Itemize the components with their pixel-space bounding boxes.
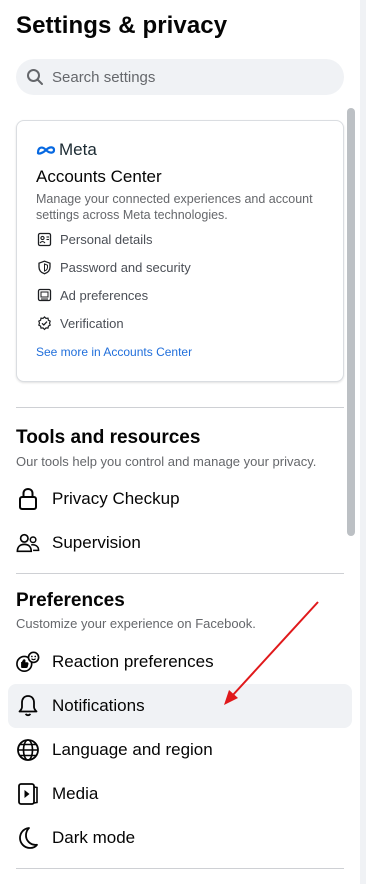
meta-logo: Meta (36, 140, 97, 160)
accounts-center-description: Manage your connected experiences and ac… (36, 192, 313, 222)
ac-item-ad-preferences[interactable]: Ad preferences (36, 287, 148, 303)
menu-item-label: Privacy Checkup (52, 489, 180, 508)
media-icon (16, 782, 40, 806)
menu-item-dark-mode[interactable]: Dark mode (8, 816, 352, 860)
menu-item-label: Dark mode (52, 828, 136, 847)
meta-brand-text: Meta (59, 140, 97, 159)
bell-icon (16, 694, 40, 718)
menu-item-label: Reaction preferences (52, 652, 214, 671)
ac-item-label: Ad preferences (60, 287, 149, 303)
preferences-section-description: Customize your experience on Facebook. (16, 616, 256, 631)
ac-item-personal-details[interactable]: Personal details (36, 231, 153, 247)
search-input[interactable] (50, 67, 314, 87)
verified-badge-icon (36, 315, 52, 331)
window-edge (360, 0, 366, 884)
divider (16, 407, 344, 408)
menu-item-label: Language and region (52, 740, 213, 759)
see-more-accounts-center-link[interactable]: See more in Accounts Center (36, 345, 192, 359)
ac-item-label: Personal details (60, 231, 153, 247)
accounts-center-title: Accounts Center (36, 167, 162, 186)
tools-section-title: Tools and resources (16, 427, 201, 448)
ac-item-label: Verification (60, 315, 124, 331)
meta-infinity-icon (36, 146, 56, 155)
menu-item-label: Supervision (52, 533, 141, 552)
ac-item-verification[interactable]: Verification (36, 315, 124, 331)
menu-item-label: Media (52, 784, 99, 803)
globe-icon (16, 738, 40, 762)
menu-item-reaction-preferences[interactable]: Reaction preferences (8, 640, 352, 684)
menu-item-privacy-checkup[interactable]: Privacy Checkup (8, 477, 352, 521)
monitor-icon (36, 287, 52, 303)
scrollbar-thumb[interactable] (347, 108, 355, 536)
preferences-section-title: Preferences (16, 590, 125, 611)
shield-icon (36, 259, 52, 275)
lock-icon (16, 487, 40, 511)
menu-item-notifications[interactable]: Notifications (8, 684, 352, 728)
accounts-center-card[interactable]: Meta Accounts Center Manage your connect… (16, 120, 344, 382)
reactions-icon (16, 650, 40, 674)
menu-item-language-region[interactable]: Language and region (8, 728, 352, 772)
search-icon (26, 68, 44, 86)
divider (16, 573, 344, 574)
menu-item-label: Notifications (52, 696, 145, 715)
ac-item-password-security[interactable]: Password and security (36, 259, 191, 275)
tools-section-description: Our tools help you control and manage yo… (16, 454, 317, 469)
menu-item-media[interactable]: Media (8, 772, 352, 816)
search-bar[interactable] (16, 59, 344, 95)
menu-item-supervision[interactable]: Supervision (8, 521, 352, 565)
people-icon (16, 531, 40, 555)
ac-item-label: Password and security (60, 259, 191, 275)
page-title: Settings & privacy (16, 12, 228, 39)
moon-icon (16, 826, 40, 850)
id-card-icon (36, 231, 52, 247)
divider (16, 868, 344, 869)
